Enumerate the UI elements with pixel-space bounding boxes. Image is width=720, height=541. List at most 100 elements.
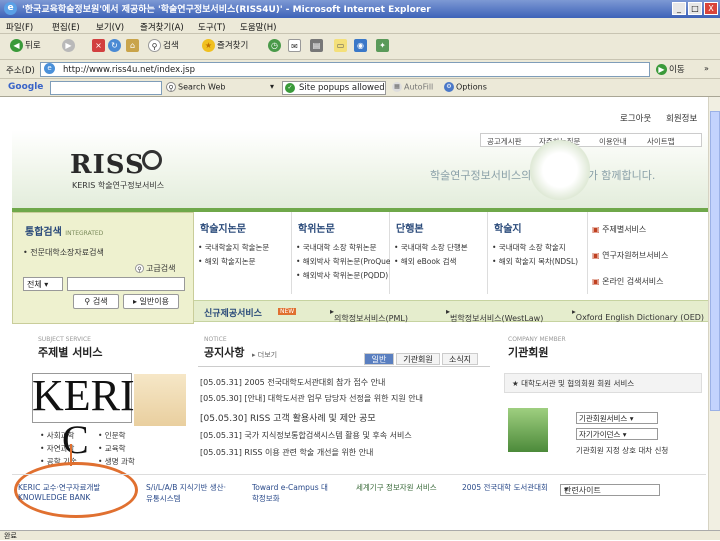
messenger-button[interactable]: ◉ — [354, 39, 369, 52]
domestic-journal-link[interactable]: • 국내학술지 학술논문 — [198, 242, 269, 253]
notice-more-link[interactable]: ▸ 더보기 — [252, 350, 277, 360]
scrollbar-thumb[interactable] — [710, 111, 720, 411]
minimize-button[interactable]: _ — [672, 2, 686, 15]
world-info-banner[interactable]: 세계기구 정보자원 서비스 — [356, 482, 452, 493]
address-input[interactable]: e http://www.riss4u.net/index.jsp — [40, 62, 650, 77]
domestic-thesis-link[interactable]: • 국내대학 소장 학위논문 — [296, 242, 377, 253]
util-link-notice-board[interactable]: 공고게시판 — [487, 136, 522, 147]
annotation-text-keri: KERI — [32, 371, 135, 420]
tab-newsletter[interactable]: 소식지 — [442, 353, 478, 365]
search-scope-select[interactable]: 전체 ▾ — [23, 277, 63, 291]
integrated-search-input[interactable] — [67, 277, 185, 291]
edit-icon: ▭ — [334, 39, 347, 52]
go-button[interactable]: ▶ 이동 — [656, 63, 685, 75]
notice-item[interactable]: [05.05.31] RISS 이용 관련 학술 개선을 위한 안내 — [200, 447, 373, 458]
notice-item[interactable]: [05.05.30] RISS 고객 활용사례 및 제안 공모 — [200, 411, 376, 424]
pqdd-thesis-link[interactable]: • 해외박사 학위논문(PQDD) — [296, 270, 388, 281]
autofill-button[interactable]: ▦ AutoFill — [392, 82, 433, 92]
simple-use-button[interactable]: ▸ 일반이용 — [123, 294, 179, 309]
related-sites-select[interactable]: 관련사이트 ▾ — [560, 484, 660, 496]
silab-banner[interactable]: S/i/L/A/B 지식기반 생산·유통시스템 — [146, 482, 232, 504]
online-search-link[interactable]: ▣ 온라인 검색서비스 — [592, 276, 664, 287]
google-search-button[interactable]: ⚲ Search Web — [166, 82, 225, 92]
research-hub-link[interactable]: ▣ 연구자원허브서비스 — [592, 250, 668, 261]
subject-item-humanities[interactable]: • 인문학 — [98, 430, 126, 441]
college-search-link[interactable]: • 전문대학소장자료검색 — [23, 247, 104, 258]
mail-button[interactable]: ✉ — [288, 39, 303, 52]
keric-banner[interactable]: KERIC 교수·연구자료개발 KNOWLEDGE BANK — [18, 482, 128, 502]
library-conference-banner[interactable]: 2005 전국대학 도서관대회 — [462, 482, 548, 493]
journal-article-heading[interactable]: 학술지논문 — [200, 220, 246, 235]
thesis-heading[interactable]: 학위논문 — [298, 220, 335, 235]
oed-service-link[interactable]: ▸ Oxford English Dictionary (OED) — [572, 307, 704, 322]
search-submit-button[interactable]: ⚲ 검색 — [73, 294, 119, 309]
forward-button[interactable]: ▶ — [62, 39, 77, 52]
ie-logo-icon: e — [4, 2, 17, 15]
member-service-link[interactable]: ★ 대학도서관 및 협의회원 회원 서비스 — [512, 378, 634, 389]
menu-favorites[interactable]: 즐겨찾기(A) — [140, 21, 184, 33]
menu-view[interactable]: 보기(V) — [96, 21, 124, 33]
proquest-thesis-link[interactable]: • 해외박사 학위논문(ProQuest) — [296, 256, 400, 267]
journal-heading[interactable]: 학술지 — [494, 220, 522, 235]
search-label: 검색 — [163, 41, 179, 51]
home-button[interactable]: ⌂ — [126, 39, 141, 52]
menu-help[interactable]: 도움말(H) — [240, 21, 276, 33]
google-logo[interactable]: Google — [8, 82, 43, 92]
util-link-guide[interactable]: 이용안내 — [599, 136, 627, 147]
subject-item-education[interactable]: • 교육학 — [98, 443, 126, 454]
maximize-button[interactable]: □ — [688, 2, 702, 15]
options-button[interactable]: ⚙ Options — [444, 82, 487, 92]
advanced-search-icon: ⚲ — [135, 264, 144, 273]
popup-blocker-status[interactable]: ✓ Site popups allowed — [282, 81, 386, 95]
tab-institution[interactable]: 기관회원 — [396, 353, 440, 365]
address-bar: 주소(D) e http://www.riss4u.net/index.jsp … — [0, 60, 720, 79]
domestic-journal-holdings-link[interactable]: • 국내대학 소장 학술지 — [492, 242, 566, 253]
foreign-journal-link[interactable]: • 해외 학술지논문 — [198, 256, 256, 267]
research-button[interactable]: ✦ — [376, 39, 391, 52]
member-info-link[interactable]: 회원정보 — [666, 112, 697, 124]
go-label: 이동 — [669, 65, 685, 75]
new-badge: NEW — [278, 308, 297, 315]
refresh-button[interactable]: ↻ — [108, 39, 123, 52]
edit-button[interactable]: ▭ — [334, 39, 349, 52]
member-select-1[interactable]: 기관회원서비스 ▾ — [576, 412, 658, 424]
hero-photo — [530, 140, 590, 200]
notice-item[interactable]: [05.05.30] [안내] 대학도서관 업무 담당자 선정을 위한 지원 안… — [200, 393, 423, 404]
history-icon: ◷ — [268, 39, 281, 52]
logout-link[interactable]: 로그아웃 — [620, 112, 651, 124]
close-button[interactable]: X — [704, 2, 718, 15]
back-button[interactable]: ◀ 뒤로 — [10, 39, 41, 52]
foreign-journal-toc-link[interactable]: • 해외 학술지 목차(NDSL) — [492, 256, 578, 267]
member-ill-link[interactable]: 기관회원 지정 상호 대차 신청 — [576, 445, 668, 456]
vertical-scrollbar[interactable] — [708, 97, 720, 530]
notice-item[interactable]: [05.05.31] 2005 전국대학도서관대회 참가 접수 안내 — [200, 377, 385, 388]
search-button[interactable]: ⚲ 검색 — [148, 39, 179, 52]
menu-file[interactable]: 파일(F) — [6, 21, 33, 33]
domestic-book-link[interactable]: • 국내대학 소장 단행본 — [394, 242, 468, 253]
google-dropdown[interactable]: ▾ — [270, 82, 274, 91]
pml-service-link[interactable]: ▸ 의학정보서비스(PML) — [330, 307, 408, 323]
tab-general[interactable]: 일반 — [364, 353, 394, 365]
notice-item[interactable]: [05.05.31] 국가 지식정보통합검색시스템 활용 및 후속 서비스 — [200, 430, 412, 441]
util-link-sitemap[interactable]: 사이트맵 — [647, 136, 675, 147]
stop-button[interactable]: × — [92, 39, 107, 52]
logo-subtitle: KERIS 학술연구정보서비스 — [72, 181, 165, 190]
print-button[interactable]: ▤ — [310, 39, 325, 52]
member-image — [508, 408, 548, 452]
google-search-input[interactable] — [50, 81, 162, 95]
menu-tools[interactable]: 도구(T) — [198, 21, 225, 33]
menu-edit[interactable]: 편집(E) — [52, 21, 80, 33]
book-heading[interactable]: 단행본 — [396, 220, 424, 235]
westlaw-service-link[interactable]: ▸ 법학정보서비스(WestLaw) — [446, 307, 543, 323]
notice-section-title: 공지사항 — [204, 346, 245, 359]
media-button[interactable]: ◷ — [268, 39, 283, 52]
subject-service-link[interactable]: ▣ 주제별서비스 — [592, 224, 646, 235]
member-select-2[interactable]: 자기가이던스 ▾ — [576, 428, 658, 440]
ebook-link[interactable]: • 해외 eBook 검색 — [394, 256, 456, 267]
ecampus-banner[interactable]: Toward e-Campus 대학정보화 — [252, 482, 332, 504]
links-chevron[interactable]: » — [704, 64, 709, 73]
favorites-button[interactable]: ★ 즐겨찾기 — [202, 39, 248, 52]
subject-section-eng: SUBJECT SERVICE — [38, 336, 91, 343]
riss-logo[interactable]: RISS — [70, 150, 145, 180]
advanced-search-link[interactable]: ⚲ 고급검색 — [135, 263, 175, 274]
